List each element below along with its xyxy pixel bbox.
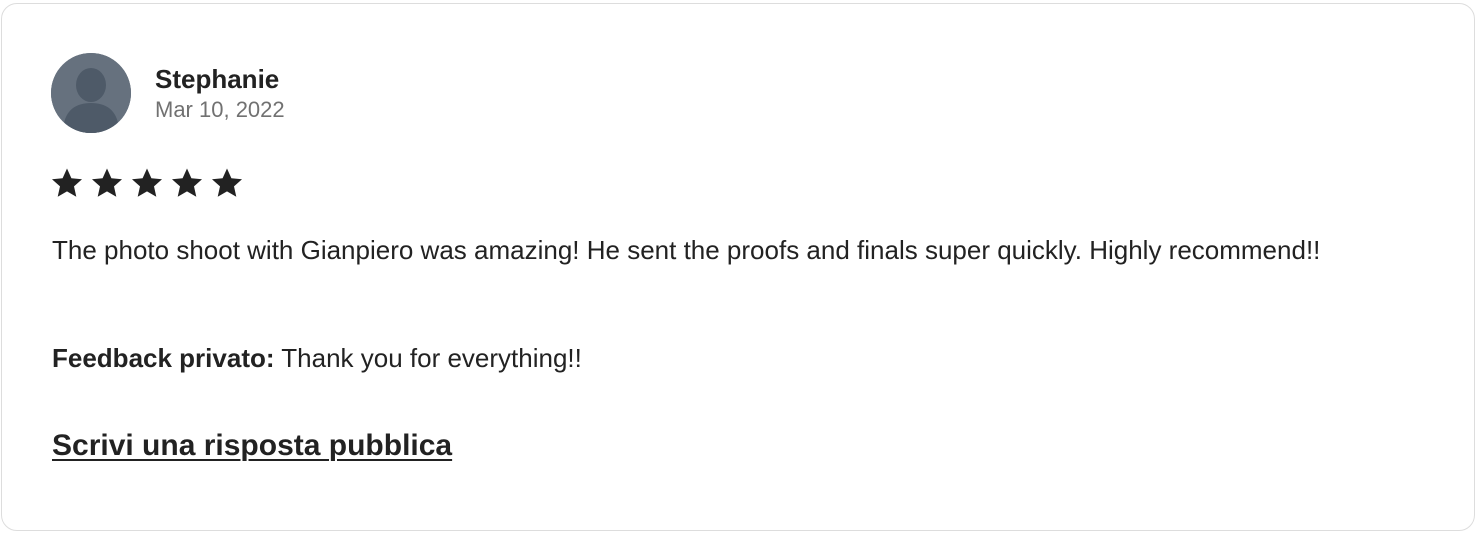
star-icon — [92, 168, 122, 197]
star-icon — [132, 168, 162, 197]
person-silhouette-icon — [51, 53, 131, 133]
private-feedback: Feedback privato: Thank you for everythi… — [52, 340, 582, 376]
private-feedback-label: Feedback privato: — [52, 343, 275, 373]
review-text: The photo shoot with Gianpiero was amazi… — [52, 235, 1321, 265]
write-public-reply-link[interactable]: Scrivi una risposta pubblica — [52, 426, 452, 466]
reviewer-name: Stephanie — [155, 63, 280, 94]
star-rating — [51, 167, 243, 199]
star-icon — [172, 168, 202, 197]
private-feedback-text: Thank you for everything!! — [274, 343, 582, 373]
review-header: Stephanie Mar 10, 2022 — [51, 53, 285, 133]
review-card: Stephanie Mar 10, 2022 The photo shoot w… — [1, 3, 1475, 531]
review-date: Mar 10, 2022 — [155, 96, 285, 122]
avatar[interactable] — [51, 53, 131, 133]
star-icon — [212, 168, 242, 197]
reviewer-info: Stephanie Mar 10, 2022 — [155, 64, 285, 123]
star-icon — [52, 168, 82, 197]
